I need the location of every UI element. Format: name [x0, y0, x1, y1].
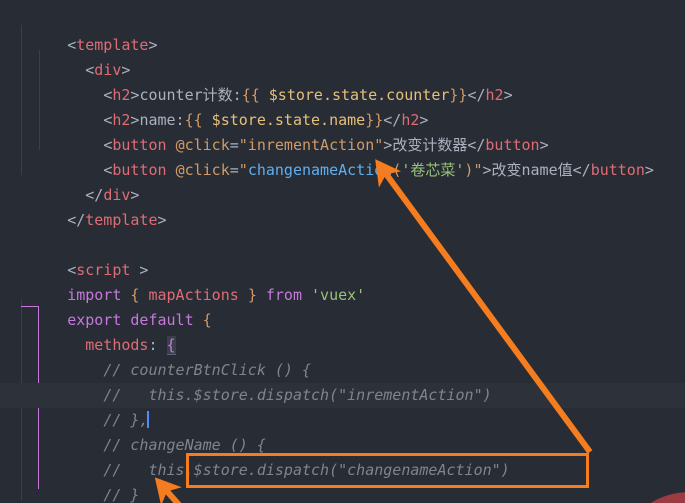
token-tag-button: button — [112, 161, 167, 179]
token-tag-button-close: button — [590, 161, 645, 179]
token-brace-close: } — [247, 286, 257, 304]
token-tag-h2-close: h2 — [401, 111, 420, 129]
token-brace-open: { — [130, 286, 140, 304]
token-interpolation-open: {{ — [184, 111, 203, 129]
token-string-arg-juanxincai: '卷芯菜' — [401, 161, 465, 179]
token-angle-close: > — [121, 61, 131, 79]
token-comment: // } — [103, 486, 140, 503]
token-expression-counter: $store.state.counter — [259, 86, 450, 104]
token-angle-open: </ — [572, 161, 591, 179]
token-interpolation-close: }} — [449, 86, 468, 104]
token-tag-div-close: div — [103, 186, 131, 204]
token-angle-open: </ — [467, 86, 486, 104]
token-tag-template: template — [76, 36, 149, 54]
token-comment: // this.$store.dispatch("inrementAction"… — [103, 386, 492, 404]
token-angle-open: </ — [467, 136, 486, 154]
token-angle-open: < — [103, 111, 113, 129]
token-button-label-counter: 改变计数器 — [392, 136, 468, 154]
token-attr-click: @click — [175, 161, 230, 179]
token-angle-close: > — [644, 161, 654, 179]
token-colon: : — [148, 336, 158, 354]
token-text-name-label: name: — [139, 111, 185, 129]
token-tag-template-close: template — [85, 211, 158, 229]
token-interpolation-close: }} — [365, 111, 384, 129]
token-angle-close: > — [383, 136, 393, 154]
token-comment: // }, — [103, 411, 149, 429]
token-expression-name: $store.state.name — [202, 111, 366, 129]
text-cursor — [147, 411, 150, 428]
token-tag-div: div — [94, 61, 122, 79]
token-tag-h2: h2 — [112, 111, 131, 129]
token-button-label-name: 改变name值 — [491, 161, 573, 179]
token-property-methods: methods — [85, 336, 149, 354]
token-angle-open: < — [103, 86, 113, 104]
token-brace-open: { — [202, 311, 212, 329]
token-angle-open: </ — [85, 186, 104, 204]
token-angle-open: </ — [67, 211, 86, 229]
token-comment: // this.$store.dispatch("changenameActio… — [103, 461, 510, 479]
token-angle-close: > — [419, 111, 429, 129]
token-attr-value-inrementaction: "inrementAction" — [238, 136, 384, 154]
token-tag-button: button — [112, 136, 167, 154]
token-angle-open: < — [85, 61, 95, 79]
code-line[interactable]: <template> — [0, 8, 685, 54]
vscode-editor-screenshot: <template> <div> <h2>counter计数:{{ $store… — [0, 0, 685, 503]
token-keyword-default: default — [130, 311, 194, 329]
token-angle-open: </ — [383, 111, 402, 129]
token-angle-close: > — [130, 186, 140, 204]
token-attr-click: @click — [175, 136, 230, 154]
token-angle-close: > — [482, 161, 492, 179]
token-angle-close: > — [503, 86, 513, 104]
token-angle-open: < — [103, 136, 113, 154]
token-angle-close: > — [539, 136, 549, 154]
token-comment: // counterBtnClick () { — [103, 361, 312, 379]
token-keyword-import: import — [67, 286, 122, 304]
token-identifier-mapactions: mapActions — [148, 286, 239, 304]
token-tag-h2-close: h2 — [485, 86, 504, 104]
token-paren-open: ( — [392, 161, 402, 179]
token-keyword-from: from — [265, 286, 302, 304]
token-angle-open: < — [103, 161, 113, 179]
token-text-counter-label: counter计数: — [139, 86, 242, 104]
token-tag-h2: h2 — [112, 86, 131, 104]
token-keyword-export: export — [67, 311, 122, 329]
token-equals: = — [229, 136, 239, 154]
token-brace-open-matched: { — [166, 336, 176, 355]
token-module-vuex: 'vuex' — [311, 286, 366, 304]
token-angle-open: < — [67, 261, 77, 279]
token-angle-close: > — [148, 36, 158, 54]
token-quote-open: " — [238, 161, 248, 179]
code-line[interactable]: <script > — [0, 233, 685, 279]
code-editor-surface[interactable]: <template> <div> <h2>counter计数:{{ $store… — [0, 0, 685, 503]
token-equals: = — [229, 161, 239, 179]
token-interpolation-open: {{ — [241, 86, 260, 104]
token-angle-close: > — [157, 211, 167, 229]
token-fn-changenameaction: changenameAction — [247, 161, 393, 179]
token-tag-script: script — [76, 261, 131, 279]
token-tag-button-close: button — [485, 136, 540, 154]
token-comment: // changeName () { — [103, 436, 266, 454]
token-angle-close: > — [130, 261, 149, 279]
token-angle-open: < — [67, 36, 77, 54]
